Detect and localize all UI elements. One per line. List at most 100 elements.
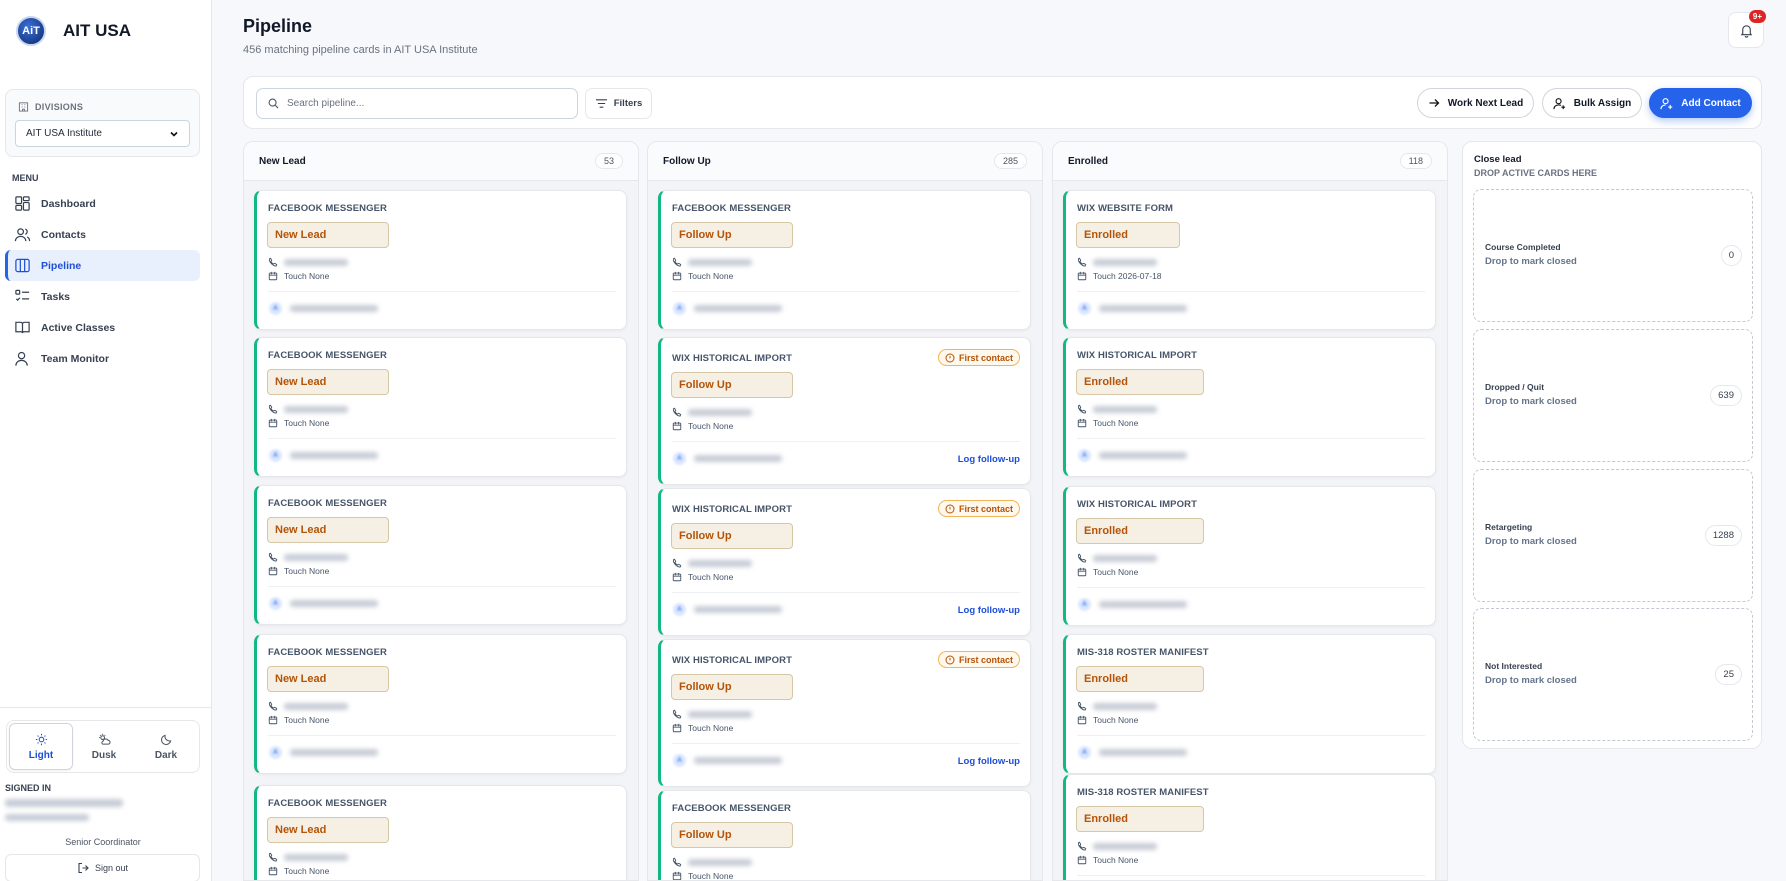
drop-zone-course-completed[interactable]: Course Completed Drop to mark closed 0 bbox=[1473, 189, 1753, 322]
theme-dark-button[interactable]: Dark bbox=[135, 723, 197, 770]
drop-zone-dropped-quit[interactable]: Dropped / Quit Drop to mark closed 639 bbox=[1473, 329, 1753, 462]
pipeline-card[interactable]: MIS-318 ROSTER MANIFEST Enrolled Touch Non… bbox=[1063, 634, 1436, 774]
column-title: New Lead bbox=[259, 155, 306, 167]
alert-circle-icon bbox=[945, 503, 955, 514]
division-selected: AIT USA Institute bbox=[26, 128, 102, 139]
card-divider bbox=[1077, 735, 1425, 736]
sidebar-item-dashboard[interactable]: Dashboard bbox=[5, 188, 200, 219]
phone-icon bbox=[672, 558, 682, 568]
pipeline-card[interactable]: FACEBOOK MESSENGERFollow UpTouch NoneA bbox=[658, 190, 1031, 330]
pipeline-icon bbox=[15, 258, 30, 273]
sidebar-item-contacts[interactable]: Contacts bbox=[5, 219, 200, 250]
card-source: WIX HISTORICAL IMPORT bbox=[672, 353, 792, 364]
search-input[interactable]: Search pipeline... bbox=[256, 88, 578, 119]
card-source: MIS-318 ROSTER MANIFEST bbox=[1077, 647, 1209, 658]
theme-light-button[interactable]: Light bbox=[9, 723, 73, 770]
chevron-down-icon bbox=[170, 131, 178, 137]
pipeline-toolbar: Search pipeline... Filters Work Next Lea… bbox=[243, 76, 1762, 129]
pipeline-column-enrolled: Enrolled 118 WIX WEBSITE FORM Enrolled Touch… bbox=[1052, 141, 1448, 881]
pipeline-card[interactable]: MIS-318 ROSTER MANIFEST Enrolled Touch Non… bbox=[1063, 774, 1436, 880]
pipeline-card[interactable]: FACEBOOK MESSENGERNew LeadTouch NoneA bbox=[254, 190, 627, 330]
pipeline-card[interactable]: WIX HISTORICAL IMPORT Enrolled Touch None A bbox=[1063, 337, 1436, 477]
touch-row: Touch None bbox=[672, 421, 733, 431]
owner-name-redacted bbox=[694, 455, 782, 462]
pipeline-card[interactable]: FACEBOOK MESSENGERFollow UpTouch NoneA bbox=[658, 790, 1031, 880]
division-select[interactable]: AIT USA Institute bbox=[15, 120, 190, 147]
touch-date: Touch None bbox=[688, 572, 734, 582]
touch-row: Touch None bbox=[1077, 418, 1138, 428]
filters-label: Filters bbox=[613, 98, 643, 109]
user-name-redacted bbox=[5, 799, 123, 807]
calendar-icon bbox=[268, 715, 278, 725]
pipeline-card[interactable]: WIX HISTORICAL IMPORT Enrolled Touch None A bbox=[1063, 486, 1436, 626]
pipeline-card[interactable]: FACEBOOK MESSENGERNew LeadTouch NoneA bbox=[254, 337, 627, 477]
phone-redacted bbox=[688, 258, 752, 266]
log-follow-up-link[interactable]: Log follow-up bbox=[958, 454, 1020, 465]
phone-redacted bbox=[688, 559, 752, 567]
drop-zone-hint: Drop to mark closed bbox=[1485, 256, 1577, 267]
pipeline-card[interactable]: WIX HISTORICAL IMPORT First contact Follow… bbox=[658, 488, 1031, 636]
pipeline-card[interactable]: FACEBOOK MESSENGERNew LeadTouch NoneA bbox=[254, 634, 627, 774]
pipeline-card[interactable]: FACEBOOK MESSENGERNew LeadTouch NoneA bbox=[254, 485, 627, 625]
pipeline-column-new-lead: New Lead 53 FACEBOOK MESSENGER New Lead Touc… bbox=[243, 141, 639, 881]
close-lead-subtitle: DROP ACTIVE CARDS HERE bbox=[1474, 168, 1598, 178]
sidebar-item-pipeline[interactable]: Pipeline bbox=[5, 250, 200, 281]
sidebar-item-active-classes[interactable]: Active Classes bbox=[5, 312, 200, 343]
card-source: WIX HISTORICAL IMPORT bbox=[672, 504, 792, 515]
sign-out-button[interactable]: Sign out bbox=[5, 854, 200, 881]
drop-zone-not-interested[interactable]: Not Interested Drop to mark closed 25 bbox=[1473, 608, 1753, 741]
owner-name-redacted bbox=[694, 305, 782, 312]
log-follow-up-link[interactable]: Log follow-up bbox=[958, 756, 1020, 767]
phone-row bbox=[268, 404, 348, 414]
filters-button[interactable]: Filters bbox=[585, 88, 652, 119]
phone-icon bbox=[268, 852, 278, 862]
theme-light-label: Light bbox=[28, 749, 54, 761]
brand[interactable]: AiT AIT USA bbox=[16, 16, 131, 46]
phone-row bbox=[268, 257, 348, 267]
column-title: Enrolled bbox=[1068, 155, 1109, 167]
drop-zone-retargeting[interactable]: Retargeting Drop to mark closed 1288 bbox=[1473, 469, 1753, 602]
phone-icon bbox=[268, 404, 278, 414]
brand-logo: AiT bbox=[16, 16, 46, 46]
column-header: Enrolled 118 bbox=[1053, 142, 1447, 181]
owner-avatar: A bbox=[1078, 449, 1091, 462]
owner-name-redacted bbox=[1099, 452, 1187, 459]
add-contact-label: Add Contact bbox=[1681, 97, 1741, 109]
phone-icon bbox=[268, 257, 278, 267]
card-divider bbox=[672, 441, 1020, 442]
log-follow-up-link[interactable]: Log follow-up bbox=[958, 605, 1020, 616]
phone-redacted bbox=[688, 858, 752, 866]
book-icon bbox=[15, 321, 30, 334]
stage-badge: Enrolled bbox=[1076, 666, 1204, 692]
owner-name-redacted bbox=[290, 600, 378, 607]
pipeline-card[interactable]: FACEBOOK MESSENGERNew LeadTouch NoneA bbox=[254, 785, 627, 880]
add-contact-button[interactable]: Add Contact bbox=[1649, 88, 1752, 118]
add-contact-icon bbox=[1660, 97, 1673, 109]
drop-zone-name: Not Interested bbox=[1485, 661, 1543, 671]
touch-row: Touch None bbox=[268, 866, 329, 876]
stage-badge: Enrolled bbox=[1076, 518, 1204, 544]
notifications-button[interactable]: 9+ bbox=[1728, 10, 1766, 48]
phone-row bbox=[672, 257, 752, 267]
sidebar-item-team-monitor[interactable]: Team Monitor bbox=[5, 343, 200, 374]
touch-row: Touch None bbox=[672, 723, 733, 733]
close-lead-title: Close lead bbox=[1474, 154, 1522, 165]
pipeline-card[interactable]: WIX HISTORICAL IMPORT First contact Follow… bbox=[658, 337, 1031, 485]
touch-date: Touch None bbox=[284, 566, 330, 576]
divisions-panel: DIVISIONS AIT USA Institute bbox=[5, 89, 200, 157]
owner-name-redacted bbox=[694, 606, 782, 613]
theme-dusk-button[interactable]: Dusk bbox=[73, 723, 135, 770]
bulk-assign-button[interactable]: Bulk Assign bbox=[1542, 88, 1642, 118]
pipeline-card[interactable]: WIX HISTORICAL IMPORT First contact Follow… bbox=[658, 639, 1031, 787]
owner-row: A bbox=[673, 603, 782, 616]
phone-redacted bbox=[284, 853, 348, 861]
work-next-lead-button[interactable]: Work Next Lead bbox=[1417, 88, 1534, 118]
calendar-icon bbox=[268, 271, 278, 281]
badge-label: First contact bbox=[958, 654, 1013, 665]
phone-row bbox=[268, 552, 348, 562]
stage-badge: Follow Up bbox=[671, 674, 793, 700]
phone-redacted bbox=[688, 408, 752, 416]
phone-redacted bbox=[688, 710, 752, 718]
sidebar-item-tasks[interactable]: Tasks bbox=[5, 281, 200, 312]
pipeline-card[interactable]: WIX WEBSITE FORM Enrolled Touch 2026-07-18… bbox=[1063, 190, 1436, 330]
